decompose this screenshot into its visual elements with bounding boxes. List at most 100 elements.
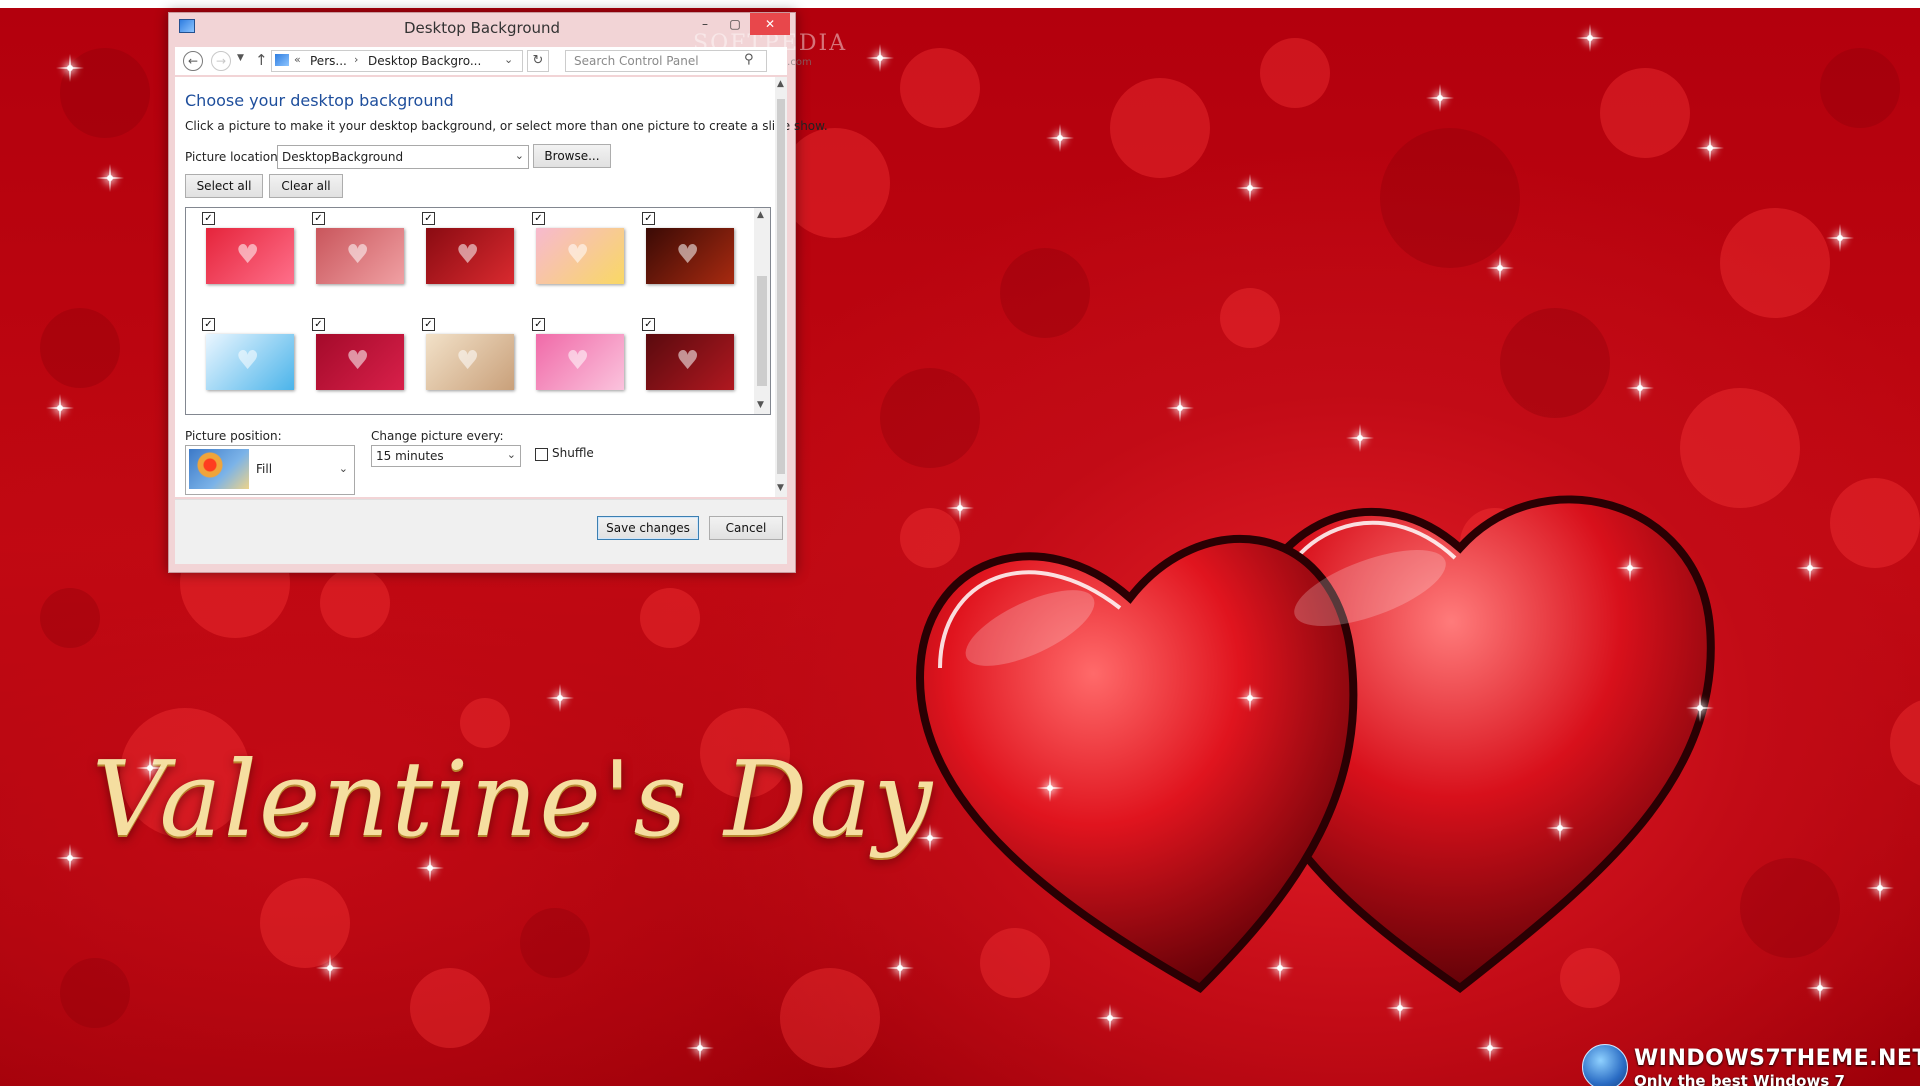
thumbnail-heart-icon: ♥ [676, 240, 700, 270]
breadcrumb-separator-icon[interactable]: › [354, 53, 358, 66]
thumbnail-tile[interactable]: ✓ ♥ [626, 314, 734, 414]
thumbnail-love-letter[interactable]: ♥ [426, 334, 514, 390]
thumbnail-tile[interactable]: ✓ ♥ [406, 208, 514, 312]
thumbnail-red-hearts[interactable]: ♥ [426, 228, 514, 284]
thumbnail-checkbox[interactable]: ✓ [312, 318, 325, 331]
address-bar[interactable]: « Pers... › Desktop Backgro... ⌄ [271, 50, 523, 72]
thumbnail-teddy-bears[interactable]: ♥ [316, 228, 404, 284]
thumbnail-valentine-card[interactable]: ♥ [206, 228, 294, 284]
thumbnail-checkbox[interactable]: ✓ [642, 318, 655, 331]
brand-name: WINDOWS7THEME.NET [1634, 1046, 1920, 1071]
up-arrow-icon[interactable]: ↑ [255, 51, 268, 69]
thumbnail-tile[interactable]: ✓ ♥ [296, 314, 404, 414]
scroll-up-arrow-icon[interactable]: ▲ [777, 79, 784, 89]
thumbnail-tile[interactable]: ✓ ♥ [186, 314, 294, 414]
change-picture-label: Change picture every: [371, 429, 504, 443]
bokeh-circle [320, 568, 390, 638]
thumbnail-tile[interactable]: ✓ ♥ [516, 208, 624, 312]
windows-logo-icon [1582, 1044, 1628, 1086]
thumbnail-heart-icon: ♥ [456, 240, 480, 270]
desktop-background-window: Desktop Background SOFTPEDIA www.softped… [168, 12, 845, 573]
chevron-down-icon: ⌄ [514, 149, 524, 162]
recent-locations-chevron-icon[interactable]: ▼ [237, 53, 244, 63]
thumbnail-golden-hearts[interactable]: ♥ [646, 334, 734, 390]
bokeh-circle [1830, 478, 1920, 568]
valentines-day-title: Valentine's Day [92, 738, 935, 860]
bokeh-circle [1220, 288, 1280, 348]
fill-preview-image [189, 449, 249, 489]
save-changes-button[interactable]: Save changes [597, 516, 699, 540]
page-title: Choose your desktop background [185, 91, 454, 110]
scroll-up-arrow-icon[interactable]: ▲ [757, 210, 764, 220]
maximize-button[interactable]: ▢ [720, 13, 750, 35]
thumbnail-checkbox[interactable]: ✓ [202, 212, 215, 225]
bokeh-circle [520, 908, 590, 978]
thumbnail-checkbox[interactable]: ✓ [532, 212, 545, 225]
bokeh-circle [1000, 248, 1090, 338]
thumbnail-tile[interactable]: ✓ ♥ [406, 314, 514, 414]
thumbnail-heart-icon: ♥ [236, 240, 260, 270]
thumbnail-checkbox[interactable]: ✓ [422, 212, 435, 225]
bokeh-circle [900, 48, 980, 128]
search-icon[interactable]: ⚲ [744, 52, 754, 67]
thumbnail-grid-scrollbar[interactable]: ▲ ▼ [754, 208, 770, 414]
control-panel-icon [275, 54, 289, 66]
picture-location-dropdown[interactable]: DesktopBackground ⌄ [277, 145, 529, 169]
windows7theme-watermark: WINDOWS7THEME.NET Only the best Windows … [1582, 1038, 1920, 1086]
minimize-button[interactable]: – [690, 13, 720, 35]
bokeh-circle [260, 878, 350, 968]
back-arrow-icon[interactable]: ← [183, 51, 203, 71]
thumbnail-heart-icon: ♥ [566, 346, 590, 376]
clear-all-button[interactable]: Clear all [269, 174, 343, 198]
thumbnail-checkbox[interactable]: ✓ [642, 212, 655, 225]
thumbnail-tile[interactable]: ✓ ♥ [516, 314, 624, 414]
thumbnail-rose-heart[interactable]: ♥ [316, 334, 404, 390]
refresh-icon[interactable]: ↻ [527, 50, 549, 72]
thumbnail-checkbox[interactable]: ✓ [202, 318, 215, 331]
thumbnail-blue-heart[interactable]: ♥ [206, 334, 294, 390]
browse-button[interactable]: Browse... [533, 144, 611, 168]
forward-arrow-icon[interactable]: → [211, 51, 231, 71]
dialog-footer: Save changes Cancel [175, 499, 787, 564]
shuffle-label[interactable]: Shuffle [552, 446, 594, 460]
bokeh-circle [780, 128, 890, 238]
thumbnail-heart-icon: ♥ [566, 240, 590, 270]
thumbnail-heart-icon: ♥ [676, 346, 700, 376]
bokeh-circle [1600, 68, 1690, 158]
close-button[interactable]: ✕ [750, 13, 790, 35]
thumbnail-couple[interactable]: ♥ [536, 334, 624, 390]
thumbnail-checkbox[interactable]: ✓ [312, 212, 325, 225]
address-dropdown-chevron-icon[interactable]: ⌄ [504, 53, 513, 66]
thumbnail-checkbox[interactable]: ✓ [532, 318, 545, 331]
content-scrollbar[interactable]: ▲ ▼ [775, 77, 787, 497]
scroll-down-arrow-icon[interactable]: ▼ [757, 400, 764, 410]
bokeh-circle [780, 968, 880, 1068]
search-input[interactable]: Search Control Panel ⚲ [565, 50, 767, 72]
bokeh-circle [60, 958, 130, 1028]
thumbnail-heart-icon: ♥ [236, 346, 260, 376]
picture-position-label: Picture position: [185, 429, 282, 443]
bokeh-circle [1500, 308, 1610, 418]
breadcrumb-personalization[interactable]: Pers... [310, 54, 347, 68]
brand-tagline: Only the best Windows 7 Themes [1634, 1072, 1845, 1086]
picture-position-dropdown[interactable]: Fill ⌄ [185, 445, 355, 495]
breadcrumb-desktop-background[interactable]: Desktop Backgro... [368, 54, 481, 68]
thumbnail-heart-balloon[interactable]: ♥ [536, 228, 624, 284]
thumbnail-heart-icon: ♥ [456, 346, 480, 376]
thumbnail-tile[interactable]: ✓ ♥ [626, 208, 734, 312]
thumbnail-checkbox[interactable]: ✓ [422, 318, 435, 331]
thumbnail-heart-icon: ♥ [346, 346, 370, 376]
thumbnail-grid-scroll-thumb[interactable] [757, 276, 767, 386]
thumbnail-tile[interactable]: ✓ ♥ [186, 208, 294, 312]
thumbnail-tile[interactable]: ✓ ♥ [296, 208, 404, 312]
shuffle-checkbox[interactable] [535, 448, 548, 461]
thumbnail-fire-heart[interactable]: ♥ [646, 228, 734, 284]
change-picture-interval-dropdown[interactable]: 15 minutes ⌄ [371, 445, 521, 467]
bokeh-circle [1260, 38, 1330, 108]
scroll-down-arrow-icon[interactable]: ▼ [777, 483, 784, 493]
title-bar[interactable]: Desktop Background SOFTPEDIA www.softped… [169, 13, 845, 68]
select-all-button[interactable]: Select all [185, 174, 263, 198]
breadcrumb-overflow-icon[interactable]: « [294, 53, 301, 66]
cancel-button[interactable]: Cancel [709, 516, 783, 540]
content-scroll-thumb[interactable] [777, 99, 785, 474]
